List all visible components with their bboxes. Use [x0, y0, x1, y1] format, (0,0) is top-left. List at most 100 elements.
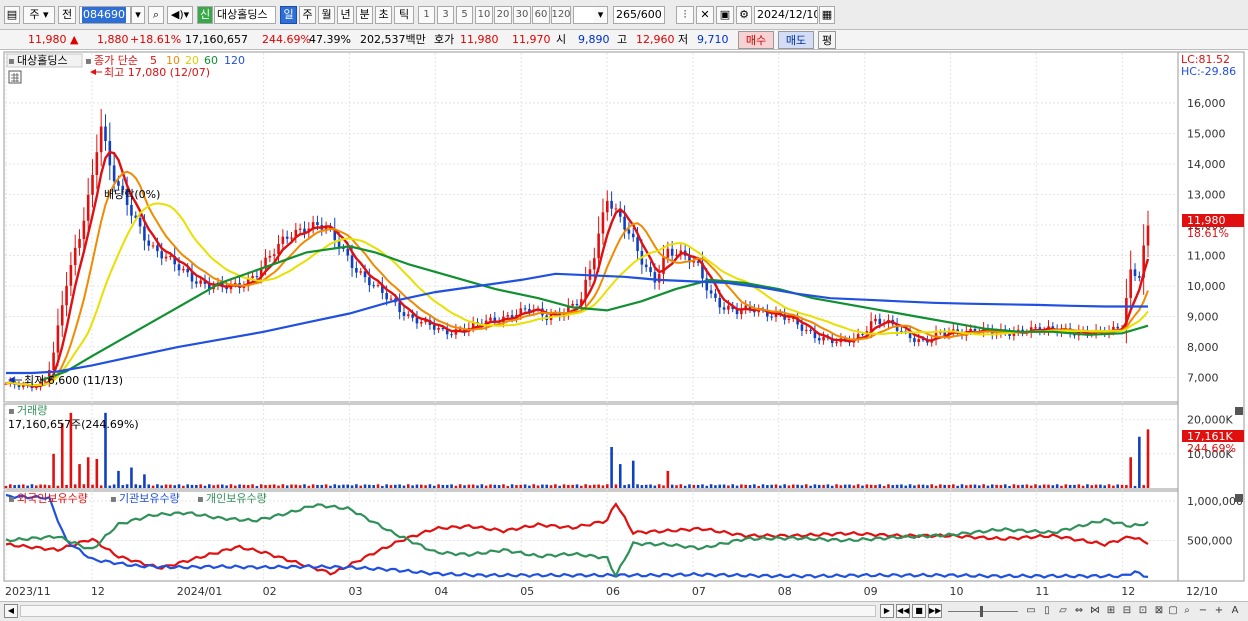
scroll-right-icon[interactable]: ▶ — [880, 604, 894, 618]
interval-60[interactable]: 60 — [532, 6, 550, 24]
zoom-slider-track[interactable] — [948, 611, 1018, 612]
stock-code-input[interactable]: 084690 — [79, 6, 131, 24]
period-tab-minute[interactable]: 분 — [356, 6, 373, 24]
holding-panel-close-icon[interactable] — [1235, 494, 1243, 502]
stock-label[interactable]: 대상홀딩스 — [17, 54, 68, 67]
save-icon[interactable]: ▣ — [716, 6, 734, 24]
volume-bar — [264, 485, 267, 488]
volume-bar — [125, 484, 129, 488]
period-tab-day[interactable]: 일 — [280, 6, 297, 24]
code-dropdown-icon[interactable]: ▾ — [131, 6, 145, 24]
period-tab-week[interactable]: 주 — [299, 6, 316, 24]
interval-30[interactable]: 30 — [513, 6, 531, 24]
calendar-icon[interactable]: ▦ — [819, 6, 835, 24]
horizontal-scrollbar[interactable] — [20, 605, 876, 617]
candle-body — [86, 194, 90, 221]
avg-button[interactable]: 평 — [818, 31, 836, 49]
volume-bar — [995, 484, 998, 488]
zoom-in-icon[interactable]: + — [1212, 603, 1226, 619]
buy-button[interactable]: 매수 — [738, 31, 774, 49]
speaker-icon[interactable]: ◀)▾ — [167, 6, 193, 24]
crosshair-icon[interactable]: ✕ — [696, 6, 714, 24]
volume-bar — [95, 458, 99, 488]
volume-title[interactable]: 거래량 — [17, 404, 47, 417]
volume-bar — [169, 484, 172, 488]
volume-bar — [238, 484, 241, 488]
rewind-icon[interactable]: ◀◀ — [896, 604, 910, 618]
volume-bar — [1099, 484, 1102, 488]
volume-bar — [1038, 485, 1042, 488]
individual-holding-label[interactable]: 개인보유수량 — [206, 492, 267, 505]
interval-5[interactable]: 5 — [456, 6, 473, 24]
volume-bar — [709, 484, 713, 488]
text-tool-icon[interactable]: A — [1228, 603, 1242, 619]
draw-tool-3-icon[interactable]: ▱ — [1056, 603, 1070, 619]
interval-1[interactable]: 1 — [418, 6, 435, 24]
zoom-out-icon[interactable]: − — [1196, 603, 1210, 619]
volume-bar — [666, 470, 670, 488]
volume-bar — [1138, 436, 1141, 488]
volume-bar — [372, 485, 375, 488]
search-icon[interactable]: ⌕ — [148, 6, 164, 24]
period-tab-year[interactable]: 년 — [337, 6, 354, 24]
volume-bar — [182, 485, 185, 488]
interval-10[interactable]: 10 — [475, 6, 493, 24]
period-tab-tick[interactable]: 틱 — [394, 6, 414, 24]
ma-period-120[interactable]: 120 — [224, 54, 245, 67]
draw-tool-5-icon[interactable]: ⋈ — [1088, 603, 1102, 619]
draw-tool-4-icon[interactable]: ⇔ — [1072, 603, 1086, 619]
draw-tool-7-icon[interactable]: ⊟ — [1120, 603, 1134, 619]
volume-bar — [164, 484, 168, 488]
market-select[interactable]: 주 ▾ — [23, 6, 55, 24]
chart-area[interactable]: 7,0008,0009,00010,00011,00012,00013,0001… — [0, 50, 1248, 601]
stop-icon[interactable]: ■ — [912, 604, 926, 618]
candle-type-icon[interactable]: ⫶ — [676, 6, 694, 24]
candle-body — [800, 324, 804, 331]
draw-tool-8-icon[interactable]: ⊡ — [1136, 603, 1150, 619]
zoom-slider-handle[interactable] — [980, 606, 983, 617]
custom-interval-dropdown-icon[interactable]: ▾ — [594, 6, 608, 24]
candle-body — [164, 256, 168, 259]
interval-3[interactable]: 3 — [437, 6, 454, 24]
forward-icon[interactable]: ▶▶ — [928, 604, 942, 618]
volume-bar — [757, 485, 760, 488]
institution-holding-label[interactable]: 기관보유수량 — [119, 492, 180, 505]
candle-body — [186, 268, 189, 273]
candle-body — [359, 271, 363, 273]
candle-body — [644, 264, 648, 268]
volume-bar — [696, 484, 700, 488]
candle-body — [714, 293, 717, 298]
volume-bar — [558, 485, 561, 488]
price-change: 1,880 — [97, 33, 129, 46]
chart-menu-icon[interactable]: ▤ — [4, 6, 20, 24]
count-field[interactable]: 265/600 — [613, 6, 665, 24]
draw-tool-10-icon[interactable]: ▢ — [1166, 603, 1180, 619]
zoom-search-icon[interactable]: ⌕ — [1180, 603, 1194, 619]
volume-bar — [1064, 484, 1068, 488]
interval-120[interactable]: 120 — [551, 6, 571, 24]
volume-bar — [121, 485, 125, 488]
prev-button[interactable]: 전 — [58, 6, 76, 24]
sell-button[interactable]: 매도 — [778, 31, 814, 49]
volume-bar — [605, 484, 609, 488]
draw-tool-2-icon[interactable]: ▯ — [1040, 603, 1054, 619]
volume-bar — [813, 484, 817, 488]
settings-icon[interactable]: ⚙ — [736, 6, 752, 24]
volume-bar — [843, 484, 847, 488]
draw-tool-6-icon[interactable]: ⊞ — [1104, 603, 1118, 619]
period-tab-second[interactable]: 초 — [375, 6, 392, 24]
period-tab-month[interactable]: 월 — [318, 6, 335, 24]
volume-panel-close-icon[interactable] — [1235, 407, 1243, 415]
interval-20[interactable]: 20 — [494, 6, 512, 24]
draw-tool-1-icon[interactable]: ▭ — [1024, 603, 1038, 619]
volume-bar — [986, 485, 990, 488]
draw-tool-9-icon[interactable]: ⊠ — [1152, 603, 1166, 619]
scroll-left-icon[interactable]: ◀ — [4, 604, 18, 618]
foreign-holding-label[interactable]: 외국인보유수량 — [17, 492, 88, 505]
date-input[interactable]: 2024/12/10 — [754, 6, 818, 24]
stock-name[interactable]: 대상홀딩스 — [214, 6, 276, 24]
volume-bar — [190, 484, 194, 488]
volume-bar — [350, 485, 354, 488]
volume-bar — [233, 485, 237, 488]
price-tick-label: 7,000 — [1187, 372, 1219, 385]
